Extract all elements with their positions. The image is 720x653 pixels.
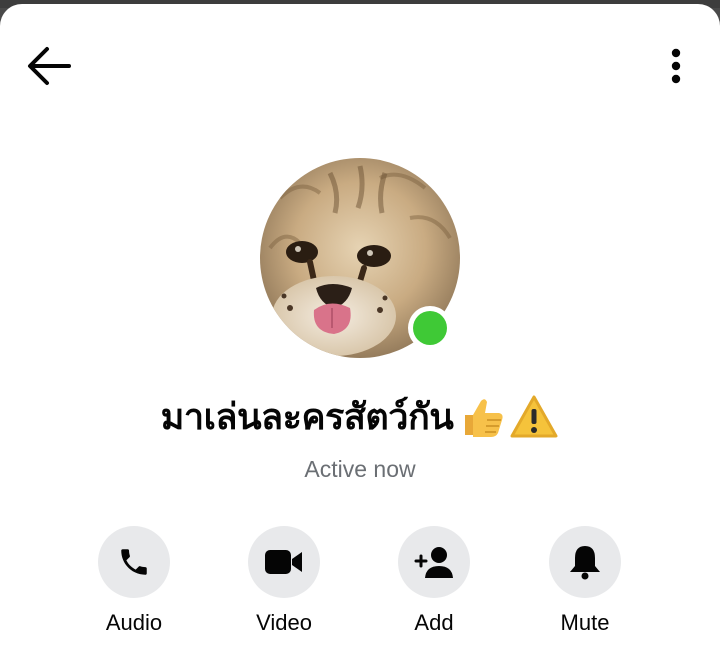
audio-call-button[interactable]: Audio (79, 526, 189, 636)
avatar-container (260, 158, 460, 358)
warning-icon (510, 395, 558, 437)
action-bar: Audio Video Add Mute (0, 526, 720, 646)
presence-indicator (408, 306, 452, 350)
online-dot (413, 311, 447, 345)
arrow-left-icon (28, 47, 71, 85)
audio-label: Audio (105, 610, 163, 635)
video-label: Video (256, 610, 312, 635)
add-people-button[interactable]: Add (379, 526, 489, 636)
more-vertical-icon (671, 48, 681, 84)
add-label: Add (414, 610, 454, 635)
mute-button[interactable]: Mute (530, 526, 640, 636)
more-options-button[interactable] (652, 38, 700, 94)
conversation-info-sheet: มาเล่นละครสัตว์กัน Active now Audio Vide… (0, 4, 720, 653)
video-call-circle (248, 526, 320, 598)
phone-icon (121, 549, 147, 575)
back-button[interactable] (20, 38, 76, 94)
add-person-icon (414, 547, 453, 578)
conversation-name: มาเล่นละครสัตว์กัน (160, 397, 454, 438)
mute-circle (549, 526, 621, 598)
video-call-button[interactable]: Video (229, 526, 339, 636)
thumbs-up-icon (465, 398, 503, 437)
add-people-circle (398, 526, 470, 598)
bell-icon (570, 546, 600, 580)
mute-label: Mute (560, 610, 610, 635)
audio-call-circle (98, 526, 170, 598)
active-status: Active now (304, 456, 416, 482)
conversation-name-row: มาเล่นละครสัตว์กัน (0, 388, 720, 445)
video-camera-icon (265, 550, 302, 574)
